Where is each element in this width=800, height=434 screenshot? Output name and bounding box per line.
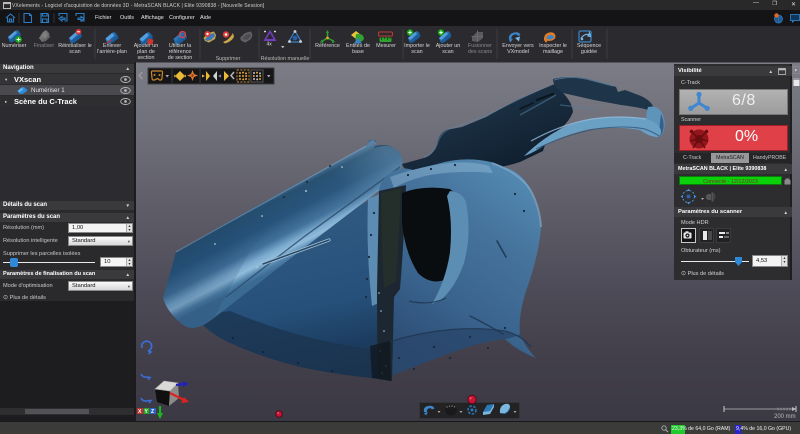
svg-text:200 mm: 200 mm bbox=[774, 414, 796, 419]
svg-text:4x: 4x bbox=[267, 42, 273, 48]
svg-text:Z: Z bbox=[151, 409, 154, 415]
